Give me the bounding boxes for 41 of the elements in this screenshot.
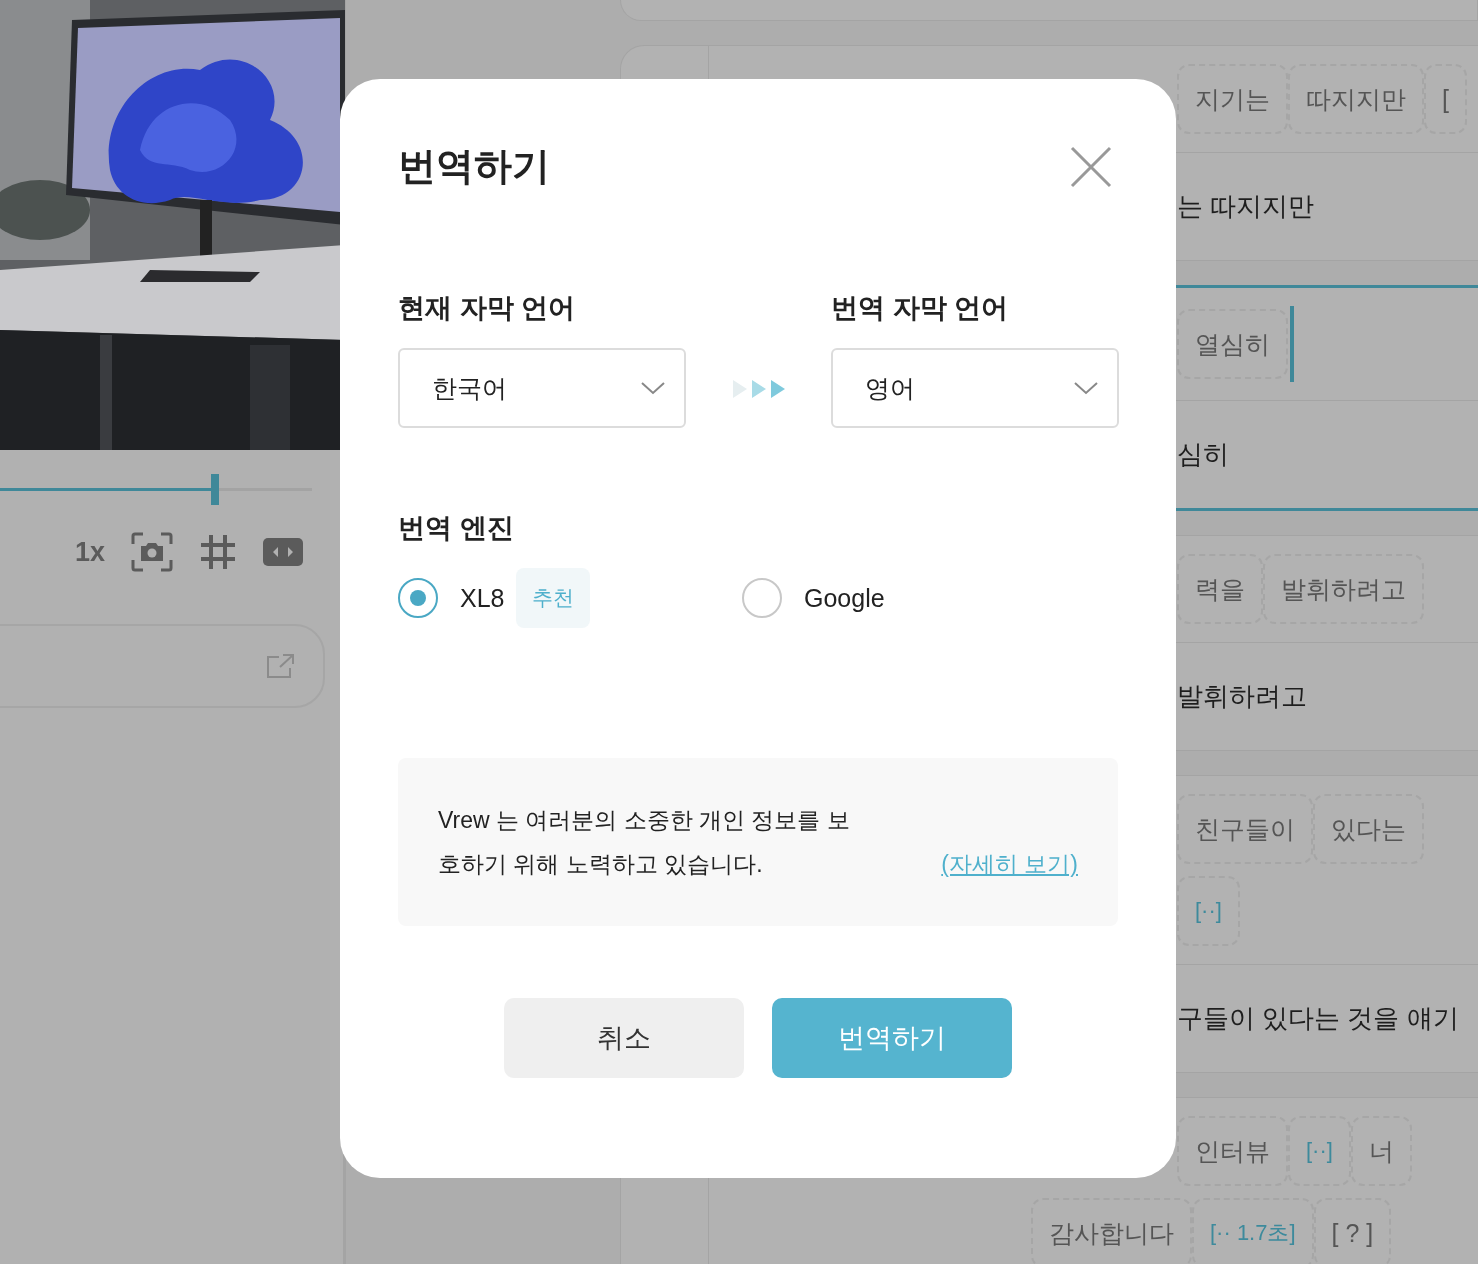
word-chip[interactable]: 따지지만 [1288,64,1424,134]
option-label[interactable]: XL8 [460,583,505,613]
grid-icon[interactable] [199,533,237,571]
word-chip[interactable]: [ ? ] [1313,1198,1392,1264]
speed-button[interactable]: 1x [74,536,105,568]
radio-button[interactable] [742,578,782,618]
arrows-icon [730,378,787,400]
pause-chip[interactable]: [·· 1.7초] [1192,1198,1314,1264]
word-chip[interactable]: 지기는 [1177,64,1288,134]
recommended-badge: 추천 [516,568,591,628]
subtitle-text[interactable]: 구들이 있다는 것을 얘기 [1177,1001,1459,1036]
radio-button[interactable] [398,578,438,618]
field-label: 번역 자막 언어 [831,292,1009,325]
option-label[interactable]: Google [804,583,885,613]
field-label: 현재 자막 언어 [398,292,576,325]
external-link-icon [265,653,295,679]
camera-icon[interactable] [131,532,173,572]
subtitle-text[interactable]: 발휘하려고 [1177,679,1307,714]
pause-chip[interactable]: [··] [1288,1116,1351,1186]
details-link[interactable]: (자세히 보기) [941,842,1078,886]
link-field[interactable] [0,624,325,708]
word-chip[interactable]: 발휘하려고 [1263,554,1424,624]
seek-bar[interactable] [0,474,312,506]
cancel-button[interactable]: 취소 [504,998,744,1078]
language-dropdown[interactable]: 영어 [831,348,1119,428]
section-label: 번역 엔진 [398,512,515,545]
notice-text: Vrew 는 여러분의 소중한 개인 정보를 보호하기 위해 노력하고 있습니다. [438,806,851,879]
translate-button[interactable]: 번역하기 [772,998,1012,1078]
subtitle-text[interactable]: 는 따지지만 [1177,189,1315,224]
dialog-title: 번역하기 [398,144,550,189]
language-dropdown[interactable]: 한국어 [398,348,686,428]
word-chip[interactable]: 인터뷰 [1177,1116,1288,1186]
word-chip[interactable]: 너 [1350,1116,1412,1186]
subtitle-text[interactable]: 심히 [1177,437,1229,472]
chevron-down-icon [1073,381,1099,395]
chevron-down-icon [640,381,666,395]
word-chip[interactable]: [ [1424,64,1467,134]
split-icon[interactable] [263,538,303,566]
close-icon[interactable] [1070,145,1112,188]
word-chip[interactable]: 감사합니다 [1031,1198,1192,1264]
word-chip[interactable]: 있다는 [1313,794,1424,864]
